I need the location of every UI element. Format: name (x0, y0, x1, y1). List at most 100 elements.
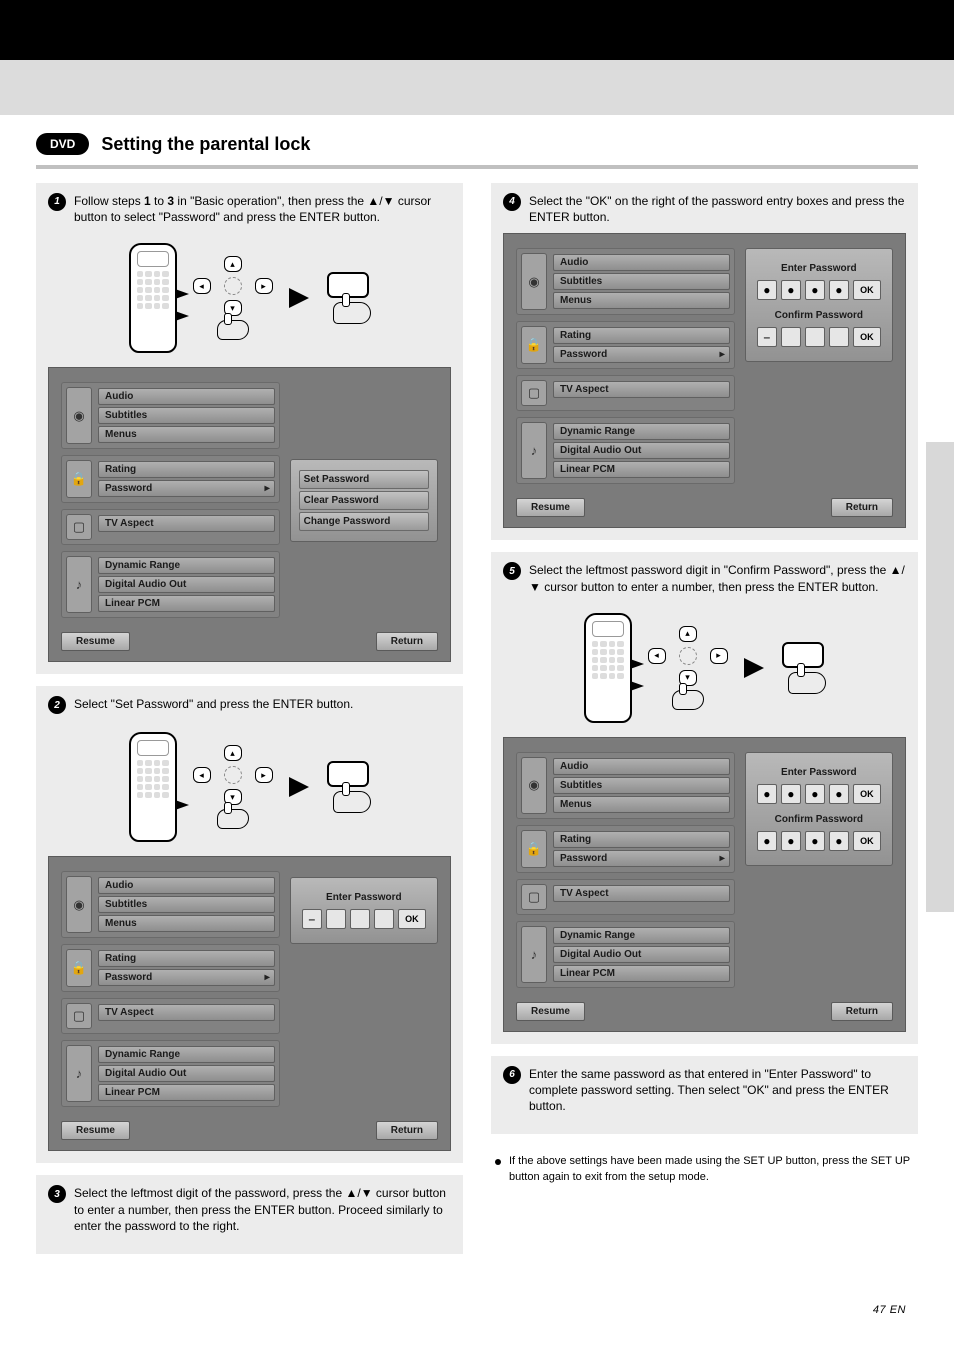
remote-icon (129, 732, 177, 842)
menu-subtitles[interactable]: Subtitles (98, 896, 275, 913)
resume-button[interactable]: Resume (61, 632, 130, 651)
ok-button[interactable]: OK (398, 909, 426, 929)
right-column: 4 Select the "OK" on the right of the pa… (491, 183, 918, 1266)
menu-audio[interactable]: Audio (98, 388, 275, 405)
menu-menus[interactable]: Menus (98, 426, 275, 443)
menu-lpcm[interactable]: Linear PCM (553, 965, 730, 982)
header-black-bar (0, 0, 954, 60)
step-3-text: Select the leftmost digit of the passwor… (74, 1185, 451, 1234)
menu-password[interactable]: Password (553, 850, 730, 867)
step-6: 6 Enter the same password as that entere… (491, 1056, 918, 1135)
menu-password[interactable]: Password (98, 969, 275, 986)
menu-dynrange[interactable]: Dynamic Range (98, 557, 275, 574)
menu-digaudio[interactable]: Digital Audio Out (98, 576, 275, 593)
menu-menus[interactable]: Menus (553, 796, 730, 813)
menu-menus[interactable]: Menus (98, 915, 275, 932)
password-cell[interactable] (829, 280, 849, 300)
password-cell[interactable] (374, 909, 394, 929)
password-cell[interactable] (781, 831, 801, 851)
password-cell[interactable] (829, 327, 849, 347)
disc-icon: ◉ (521, 253, 547, 310)
speaker-icon: ♪ (66, 556, 92, 613)
speaker-icon: ♪ (521, 926, 547, 983)
password-cell[interactable] (805, 831, 825, 851)
return-button[interactable]: Return (376, 1121, 438, 1140)
step-1: 1 Follow steps 1 to 3 in "Basic operatio… (36, 183, 463, 674)
tv-icon: ▢ (66, 514, 92, 540)
menu-rating[interactable]: Rating (98, 950, 275, 967)
password-cell[interactable] (350, 909, 370, 929)
hand-icon (672, 690, 704, 710)
speaker-icon: ♪ (521, 422, 547, 479)
menu-tvaspect[interactable]: TV Aspect (98, 515, 275, 532)
enter-password-label: Enter Password (299, 892, 429, 903)
menu-dynrange[interactable]: Dynamic Range (553, 423, 730, 440)
resume-button[interactable]: Resume (516, 498, 585, 517)
step-badge-3: 3 (48, 1185, 66, 1203)
disc-icon: ◉ (66, 876, 92, 933)
menu-tvaspect[interactable]: TV Aspect (98, 1004, 275, 1021)
menu-audio[interactable]: Audio (98, 877, 275, 894)
step-5-illustration: ◂▸▴▾ (503, 603, 906, 737)
step-6-text: Enter the same password as that entered … (529, 1066, 906, 1115)
password-cell[interactable] (781, 784, 801, 804)
menu-rating[interactable]: Rating (553, 327, 730, 344)
password-cell[interactable] (781, 280, 801, 300)
password-cell[interactable] (805, 280, 825, 300)
step-1-text: Follow steps 1 to 3 in "Basic operation"… (74, 193, 451, 225)
menu-digaudio[interactable]: Digital Audio Out (98, 1065, 275, 1082)
enter-password-label: Enter Password (754, 767, 884, 778)
password-cell[interactable] (829, 831, 849, 851)
menu-audio[interactable]: Audio (553, 758, 730, 775)
menu-dynrange[interactable]: Dynamic Range (553, 927, 730, 944)
menu-digaudio[interactable]: Digital Audio Out (553, 946, 730, 963)
footnote-text: If the above settings have been made usi… (509, 1154, 914, 1185)
menu-lpcm[interactable]: Linear PCM (98, 1084, 275, 1101)
menu-lpcm[interactable]: Linear PCM (98, 595, 275, 612)
return-button[interactable]: Return (376, 632, 438, 651)
menu-rating[interactable]: Rating (98, 461, 275, 478)
osd-screenshot-5: ◉ Audio Subtitles Menus 🔒 Rating Passwor… (503, 737, 906, 1032)
menu-password[interactable]: Password (553, 346, 730, 363)
password-cell[interactable] (302, 909, 322, 929)
ok-button[interactable]: OK (853, 327, 881, 347)
password-cell[interactable] (757, 327, 777, 347)
step-1-illustration: ◂▸▴▾ (48, 233, 451, 367)
ok-button[interactable]: OK (853, 280, 881, 300)
menu-menus[interactable]: Menus (553, 292, 730, 309)
lock-icon: 🔒 (66, 460, 92, 498)
password-cell[interactable] (829, 784, 849, 804)
password-cell[interactable] (757, 280, 777, 300)
return-button[interactable]: Return (831, 1002, 893, 1021)
menu-lpcm[interactable]: Linear PCM (553, 461, 730, 478)
password-cell[interactable] (805, 784, 825, 804)
menu-password[interactable]: Password (98, 480, 275, 497)
menu-tvaspect[interactable]: TV Aspect (553, 885, 730, 902)
submenu-clear[interactable]: Clear Password (299, 491, 429, 510)
submenu-change[interactable]: Change Password (299, 512, 429, 531)
menu-subtitles[interactable]: Subtitles (553, 273, 730, 290)
ok-button[interactable]: OK (853, 784, 881, 804)
submenu-set[interactable]: Set Password (299, 470, 429, 489)
menu-subtitles[interactable]: Subtitles (98, 407, 275, 424)
header-gray-band (0, 60, 954, 115)
lock-icon: 🔒 (66, 949, 92, 987)
password-cell[interactable] (757, 784, 777, 804)
menu-rating[interactable]: Rating (553, 831, 730, 848)
side-tab-initial-setup (926, 442, 954, 912)
resume-button[interactable]: Resume (516, 1002, 585, 1021)
menu-digaudio[interactable]: Digital Audio Out (553, 442, 730, 459)
menu-tvaspect[interactable]: TV Aspect (553, 381, 730, 398)
lock-icon: 🔒 (521, 830, 547, 868)
password-cell[interactable] (757, 831, 777, 851)
enter-confirm-panel: Enter Password OK Confirm Password (745, 248, 893, 362)
menu-subtitles[interactable]: Subtitles (553, 777, 730, 794)
return-button[interactable]: Return (831, 498, 893, 517)
resume-button[interactable]: Resume (61, 1121, 130, 1140)
password-cell[interactable] (781, 327, 801, 347)
ok-button[interactable]: OK (853, 831, 881, 851)
password-cell[interactable] (326, 909, 346, 929)
menu-audio[interactable]: Audio (553, 254, 730, 271)
password-cell[interactable] (805, 327, 825, 347)
menu-dynrange[interactable]: Dynamic Range (98, 1046, 275, 1063)
